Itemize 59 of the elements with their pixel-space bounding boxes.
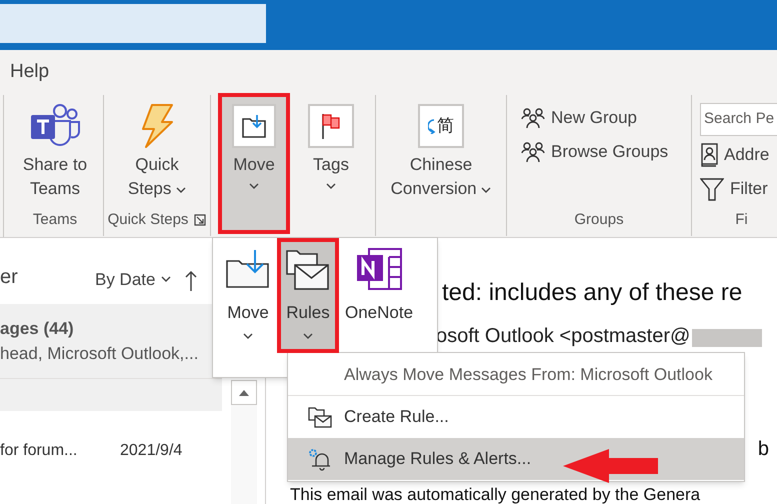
filter-icon (700, 177, 724, 201)
chevron-icon (326, 183, 336, 189)
message-text: b (758, 437, 769, 461)
chevron-icon (161, 276, 172, 282)
scroll-up-button[interactable] (230, 380, 256, 405)
column-header: er (0, 265, 19, 290)
group-title: ages (44) (0, 318, 75, 340)
ribbon-button[interactable]: Filter (700, 174, 777, 204)
lightning-icon (140, 104, 174, 148)
group-label: Quick Steps (108, 210, 188, 230)
chevron-icon (249, 183, 259, 189)
people-icon (521, 141, 545, 163)
redacted-block (692, 329, 762, 347)
chevron-icon (303, 332, 313, 338)
mail-group-header[interactable]: ages (44) head, Microsoft Outlook,... (0, 304, 222, 379)
chevron-icon (243, 332, 253, 338)
chevron-icon (481, 186, 492, 193)
mail-date: 2021/9/4 (120, 441, 182, 461)
group-label: Groups (574, 210, 624, 230)
ribbon-button[interactable]: Browse Groups (521, 137, 691, 167)
group-label: Fi (735, 210, 748, 230)
sort-button[interactable]: By Date (95, 266, 172, 292)
conversion-icon: 简 (418, 104, 464, 148)
dropdown-button[interactable]: Move (221, 242, 275, 349)
search-field[interactable]: Search Pe (700, 103, 777, 136)
ribbon-button[interactable]: Addre (700, 140, 777, 170)
dropdown-button[interactable]: Rules (281, 242, 335, 349)
chevron-icon (176, 186, 186, 193)
ribbon-button[interactable]: Tags (298, 97, 364, 230)
folder-arrow-icon (225, 249, 271, 289)
address-book-icon (700, 143, 718, 167)
up-triangle-icon (238, 390, 248, 396)
teams-icon (30, 103, 80, 149)
people-icon (521, 107, 545, 129)
mail-row[interactable]: for forum... 2021/9/4 (0, 411, 222, 467)
flag-icon (308, 104, 354, 148)
ribbon-button[interactable]: Quick Steps (118, 97, 196, 207)
ribbon-tab[interactable]: Help (0, 50, 60, 95)
message-body: This email was automatically generated by the Genera (290, 486, 702, 504)
gear-bell-icon (307, 447, 333, 471)
title-field[interactable] (0, 4, 266, 43)
dialog-launcher-icon[interactable] (194, 214, 206, 226)
mail-subject: for forum... (0, 441, 78, 461)
ribbon-button[interactable]: 简 Chinese Conversion (380, 97, 502, 230)
dropdown-button[interactable]: OneNote (341, 242, 418, 349)
ribbon-button[interactable]: Share to Teams (12, 97, 98, 207)
menu-header: Always Move Messages From: Microsoft Outlook (288, 354, 744, 396)
message-subject: ted: includes any of these re (442, 278, 744, 308)
sort-arrow-icon[interactable] (185, 270, 198, 292)
menu-item[interactable]: Create Rule... (288, 396, 744, 438)
folder-envelope-icon (285, 247, 331, 291)
menu-item[interactable]: Manage Rules & Alerts... (288, 438, 744, 480)
group-label: Teams (32, 210, 78, 230)
group-senders: head, Microsoft Outlook,... (0, 343, 200, 365)
ribbon-button[interactable]: New Group (521, 103, 691, 133)
onenote-icon (355, 247, 404, 291)
ribbon-button[interactable]: Move (222, 97, 286, 230)
folder-envelope-icon (308, 406, 332, 428)
sender-line: osoft Outlook <postmaster@ (436, 325, 690, 347)
